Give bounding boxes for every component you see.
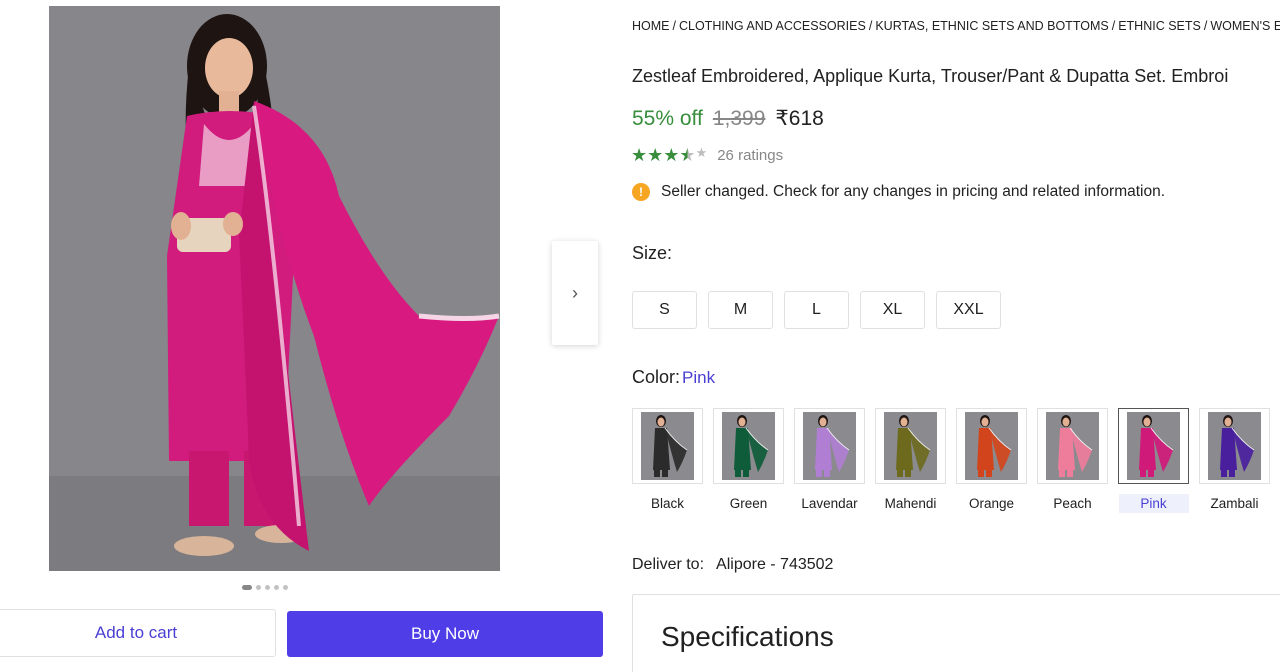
color-swatch-image: [713, 408, 784, 484]
color-label: Color: Pink: [632, 367, 715, 388]
breadcrumb: HOME / CLOTHING AND ACCESSORIES / KURTAS, ET…: [632, 19, 1280, 33]
color-swatch[interactable]: Green: [713, 408, 784, 513]
color-swatch-label: Green: [729, 496, 768, 511]
pagination-dot[interactable]: [274, 585, 279, 590]
breadcrumb-link[interactable]: ETHNIC SETS: [1118, 19, 1201, 33]
mrp-price: 1,399: [712, 107, 766, 130]
color-swatch-label: Black: [650, 496, 684, 511]
color-swatch-label: Peach: [1053, 496, 1092, 511]
color-swatch-label: Lavendar: [801, 496, 858, 511]
size-option[interactable]: XL: [860, 291, 925, 329]
size-options: S M L XL XXL: [632, 291, 1001, 329]
specifications-section: Specifications: [632, 594, 1280, 672]
image-pagination: [242, 585, 288, 590]
ratings-count: 26 ratings: [717, 147, 784, 164]
selected-color-value: Pink: [682, 368, 716, 387]
size-label: Size:: [632, 243, 673, 263]
size-option[interactable]: L: [784, 291, 849, 329]
breadcrumb-link[interactable]: HOME: [632, 19, 670, 33]
color-swatch[interactable]: Black: [632, 408, 703, 513]
breadcrumb-separator: /: [868, 19, 873, 33]
rating-stars: ★ ★ ★ ★ ★: [631, 145, 707, 166]
pagination-dot[interactable]: [242, 585, 252, 590]
star-icon: ★: [679, 145, 696, 165]
color-swatch-label: Mahendi: [884, 496, 937, 511]
color-swatch[interactable]: Zambali: [1199, 408, 1270, 513]
pagination-dot[interactable]: [265, 585, 270, 590]
color-swatch-image: [875, 408, 946, 484]
breadcrumb-separator: /: [1111, 19, 1116, 33]
delivery-location: Alipore - 743502: [716, 556, 834, 573]
size-option[interactable]: M: [708, 291, 773, 329]
color-swatch-image: [632, 408, 703, 484]
seller-notice-text: Seller changed. Check for any changes in…: [661, 183, 1166, 200]
pagination-dot[interactable]: [256, 585, 261, 590]
color-swatch[interactable]: Mahendi: [875, 408, 946, 513]
info-icon: !: [632, 183, 650, 201]
specifications-title: Specifications: [661, 621, 834, 652]
chevron-right-icon: ›: [572, 282, 578, 303]
breadcrumb-link[interactable]: CLOTHING AND ACCESSORIES: [679, 19, 866, 33]
delivery-info[interactable]: Deliver to: Alipore - 743502: [632, 556, 833, 574]
color-swatch[interactable]: Lavendar: [794, 408, 865, 513]
selling-price: ₹618: [775, 107, 824, 130]
size-option[interactable]: S: [632, 291, 697, 329]
color-swatch-image: [1199, 408, 1270, 484]
star-icon: ★: [647, 145, 664, 165]
breadcrumb-separator: /: [672, 19, 676, 33]
color-swatch[interactable]: Peach: [1037, 408, 1108, 513]
color-swatch-image: [794, 408, 865, 484]
star-icon: ★: [695, 145, 708, 160]
action-buttons: Add to cart Buy Now: [0, 609, 604, 657]
color-swatch-label: Orange: [968, 496, 1015, 511]
buy-now-button[interactable]: Buy Now: [287, 611, 603, 657]
breadcrumb-link[interactable]: KURTAS, ETHNIC SETS AND BOTTOMS: [875, 19, 1108, 33]
deliver-to-label: Deliver to:: [632, 556, 705, 573]
price-row: 55% off 1,399 ₹618: [632, 106, 824, 131]
next-image-button[interactable]: ›: [552, 241, 598, 345]
seller-notice: ! Seller changed. Check for any changes …: [632, 183, 1165, 201]
breadcrumb-separator: /: [1203, 19, 1208, 33]
color-options: Black Green Lavendar Mahendi Orange Peach Pink…: [632, 408, 1270, 513]
product-image[interactable]: [49, 6, 500, 571]
pagination-dot[interactable]: [283, 585, 288, 590]
color-swatch-label: Zambali: [1210, 496, 1259, 511]
color-swatch-image: [1037, 408, 1108, 484]
rating-row[interactable]: ★ ★ ★ ★ ★ 26 ratings: [631, 145, 783, 166]
discount-label: 55% off: [632, 107, 703, 130]
color-swatch[interactable]: Pink: [1118, 408, 1189, 513]
star-icon: ★: [631, 145, 648, 165]
color-swatch-image: [956, 408, 1027, 484]
star-icon: ★: [663, 145, 680, 165]
color-swatch-image: [1118, 408, 1189, 484]
add-to-cart-button[interactable]: Add to cart: [0, 609, 276, 657]
product-title: Zestleaf Embroidered, Applique Kurta, Tr…: [632, 66, 1229, 86]
breadcrumb-link[interactable]: WOMEN'S ETHNIC: [1210, 19, 1280, 33]
color-label-text: Color:: [632, 367, 681, 387]
color-swatch-label: Pink: [1118, 494, 1189, 513]
color-swatch[interactable]: Orange: [956, 408, 1027, 513]
size-option[interactable]: XXL: [936, 291, 1001, 329]
